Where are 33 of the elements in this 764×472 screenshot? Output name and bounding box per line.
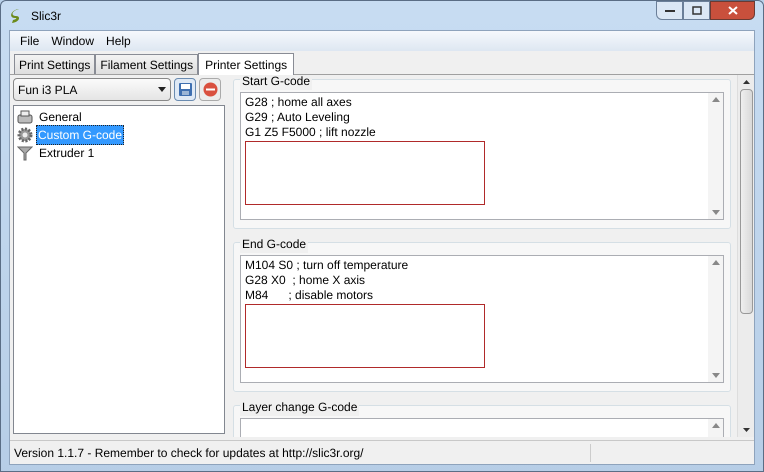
code-line: M84 ; disable motors [245,288,374,304]
scrollbar[interactable] [737,75,754,438]
tab[interactable]: Filament Settings [95,54,198,74]
window-title: Slic3r [31,8,62,25]
gear-icon [17,127,33,144]
preset-dropdown[interactable]: Fun i3 PLA [13,78,171,102]
minimize-button[interactable] [656,1,683,20]
preset-value: Fun i3 PLA [18,82,78,99]
code-line: G28 ; home all axes [245,95,353,110]
close-icon [728,6,738,15]
tree-item[interactable]: Extruder 1 [36,143,98,164]
minus-circle-icon [202,82,218,98]
menu-item[interactable]: Window [45,32,100,50]
code-line: M104 S0 ; turn off temperature [245,258,410,274]
status-text: Version 1.1.7 - Remember to check for updates at http://slic3r.org/ [13,444,365,462]
code-line: G1 Z5 F5000 ; lift nozzle [245,125,377,140]
menu-item[interactable]: Help [100,32,137,50]
save-button[interactable] [174,78,196,102]
menu-item[interactable]: File [14,32,46,50]
maximize-button[interactable] [683,1,710,20]
minimize-icon [664,8,674,12]
close-button[interactable] [710,1,755,20]
delete-button[interactable] [199,78,221,102]
maximize-icon [692,6,702,15]
tab[interactable]: Print Settings [14,54,96,74]
dropdown-arrow-icon [158,87,166,92]
code-line: G28 X0 ; home X axis [245,273,366,288]
section-title: Start G-code [240,75,312,90]
printer-icon [17,110,33,124]
tab[interactable]: Printer Settings [198,53,294,76]
tree-item[interactable]: General [36,107,85,128]
code-line: G29 ; Auto Leveling [245,110,351,126]
funnel-icon [17,145,33,162]
